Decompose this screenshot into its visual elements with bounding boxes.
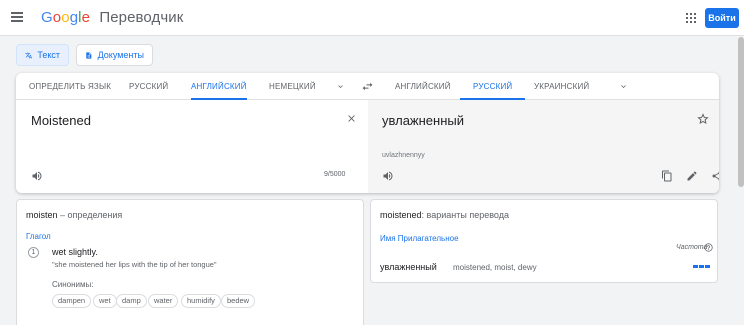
definition-example: "she moistened her lips with the tip of … [52,260,217,269]
document-icon [86,51,92,59]
language-bar: ОПРЕДЕЛИТЬ ЯЗЫК РУССКИЙ АНГЛИЙСКИЙ НЕМЕЦ… [16,73,719,100]
edit-pencil-icon[interactable] [686,170,698,182]
source-text-area[interactable]: Moistened 9/5000 [16,100,368,193]
translator-card: ОПРЕДЕЛИТЬ ЯЗЫК РУССКИЙ АНГЛИЙСКИЙ НЕМЕЦ… [16,73,719,193]
definition-number: 1 [28,247,39,258]
target-lang-ukrainian[interactable]: УКРАИНСКИЙ [534,73,589,100]
synonym-chip[interactable]: damp [116,294,147,308]
translations-heading-suffix: : варианты перевода [421,210,509,220]
page-scrollbar[interactable] [738,37,744,187]
frequency-label: Частота [676,244,708,251]
transliteration: uvlazhnennyy [382,152,425,159]
logo-letter: e [81,9,91,26]
mode-documents-button[interactable]: Документы [76,44,153,66]
definitions-heading-suffix: – определения [57,210,123,220]
translations-card: moistened: варианты перевода Имя Прилага… [370,199,718,283]
chevron-down-icon[interactable] [336,82,345,91]
synonym-chip[interactable]: bedew [221,294,256,308]
signin-button[interactable]: Войти [705,8,739,28]
close-icon[interactable] [346,113,357,124]
star-icon[interactable] [697,113,709,125]
source-text[interactable]: Moistened [31,113,91,128]
top-app-bar: Google Переводчик Войти [0,0,744,36]
source-lang-russian[interactable]: РУССКИЙ [129,73,168,100]
speaker-icon[interactable] [382,170,394,182]
synonyms-label: Синонимы: [52,280,94,289]
source-lang-english[interactable]: АНГЛИЙСКИЙ [191,73,247,100]
definitions-card: moisten – определения Глагол 1 wet sligh… [16,199,364,325]
chevron-down-icon[interactable] [619,82,628,91]
synonym-chip[interactable]: water [148,294,179,308]
frequency-indicator [693,265,710,268]
target-lang-english[interactable]: АНГЛИЙСКИЙ [395,73,451,100]
mode-documents-label: Документы [97,50,144,60]
share-icon[interactable] [711,170,719,182]
logo-letter: G [41,9,53,26]
hamburger-menu-icon[interactable] [11,12,23,22]
part-of-speech-label: Глагол [26,232,51,241]
translate-icon [25,51,33,59]
logo-letter: o [61,9,70,26]
translation-word[interactable]: увлажненный [380,262,437,272]
synonym-chip[interactable]: wet [93,294,117,308]
synonym-chip[interactable]: humidify [181,294,221,308]
logo-letter: g [69,9,79,26]
speaker-icon[interactable] [31,170,43,182]
apps-grid-icon[interactable] [686,13,696,23]
swap-languages-icon[interactable] [361,81,374,92]
translations-word: moistened [380,210,422,220]
google-translate-logo[interactable]: Google Переводчик [41,9,183,26]
translations-heading: moistened: варианты перевода [380,210,509,220]
product-name: Переводчик [99,9,184,26]
part-of-speech-label: Имя Прилагательное [380,234,459,243]
mode-text-label: Текст [37,50,60,60]
definitions-heading: moisten – определения [26,210,122,220]
logo-letter: o [52,9,62,26]
translation-output-area: увлажненный uvlazhnennyy [368,100,719,193]
target-lang-russian[interactable]: РУССКИЙ [460,73,526,100]
source-lang-detect[interactable]: ОПРЕДЕЛИТЬ ЯЗЫК [29,73,111,100]
back-translations: moistened, moist, dewy [453,263,537,272]
synonym-chip[interactable]: dampen [52,294,92,308]
mode-text-button[interactable]: Текст [16,44,69,66]
definitions-word: moisten [26,210,58,220]
character-counter: 9/5000 [324,171,346,178]
definition-text: wet slightly. [52,247,98,257]
help-icon[interactable] [704,243,713,252]
copy-icon[interactable] [661,170,673,182]
translation-text: увлажненный [382,113,464,128]
source-lang-german[interactable]: НЕМЕЦКИЙ [269,73,316,100]
